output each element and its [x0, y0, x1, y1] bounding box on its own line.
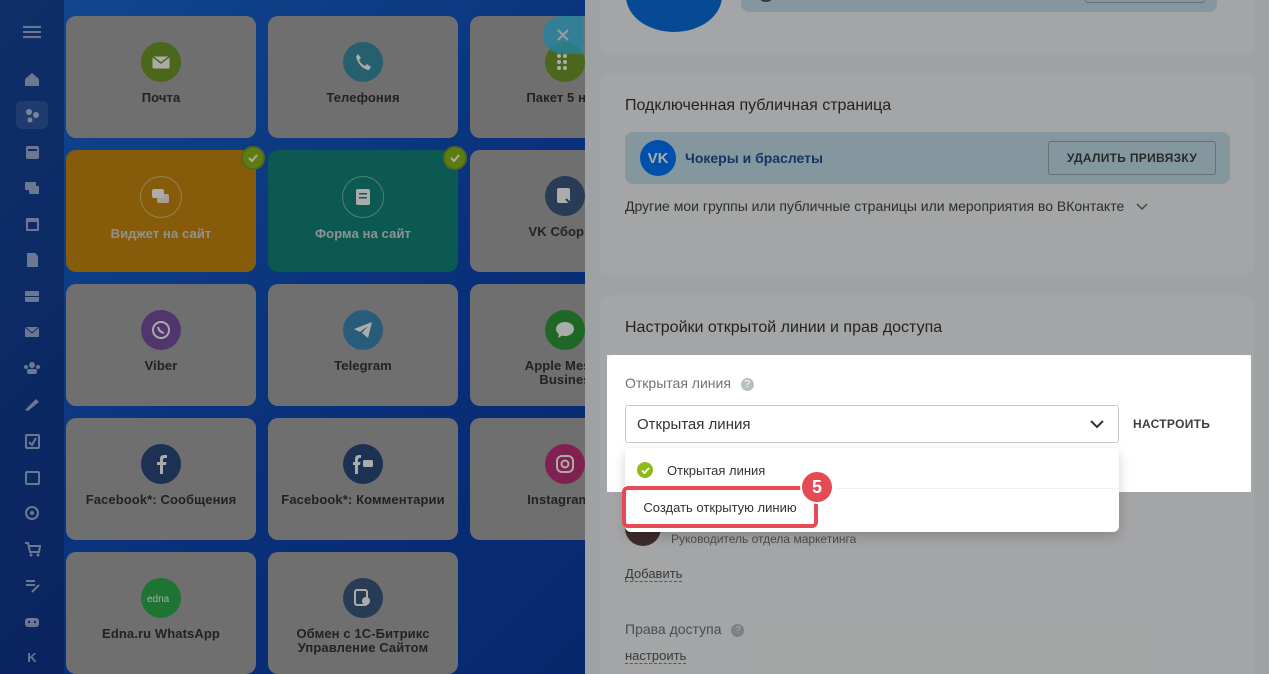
connector-tile[interactable]: Обмен с 1С-Битрикс Управление Сайтом: [268, 552, 458, 674]
menu-icon[interactable]: [16, 18, 48, 46]
connector-tile[interactable]: edna Edna.ru WhatsApp: [66, 552, 256, 674]
users-icon[interactable]: [16, 354, 48, 382]
facebook-comments-icon: [343, 444, 383, 484]
configure-button[interactable]: НАСТРОИТЬ: [1133, 417, 1210, 431]
contact-center-icon[interactable]: [16, 101, 48, 129]
mail-icon: [141, 42, 181, 82]
chat-icon[interactable]: [16, 174, 48, 202]
form-icon: [342, 176, 384, 218]
edna-icon: edna: [141, 578, 181, 618]
connector-tile[interactable]: Facebook*: Комментарии: [268, 418, 458, 540]
apple-messages-icon: [545, 310, 585, 350]
connector-tile[interactable]: Виджет на сайт: [66, 150, 256, 272]
settings-title: Настройки открытой линии и прав доступа: [625, 319, 943, 336]
connector-tile-label: Facebook*: Комментарии: [281, 492, 445, 507]
add-link[interactable]: Добавить: [625, 566, 683, 582]
chevron-down-icon: [1090, 420, 1104, 429]
connector-tile-label: Edna.ru WhatsApp: [102, 626, 220, 641]
header-button[interactable]: [1085, 0, 1205, 3]
open-line-label: Открытая линия ?: [625, 375, 754, 391]
target-icon[interactable]: [16, 499, 48, 527]
close-slider-button[interactable]: [543, 16, 583, 54]
tasks-icon[interactable]: [16, 427, 48, 455]
vk-form-icon: [545, 176, 585, 216]
open-line-select[interactable]: Открытая линия: [625, 405, 1119, 443]
sign-icon[interactable]: [16, 391, 48, 419]
chat-widget-icon: [140, 176, 182, 218]
left-nav: K: [0, 0, 64, 674]
option-create-open-line[interactable]: Создать открытую линию: [622, 486, 818, 528]
top-card: [600, 0, 1254, 55]
connected-check-icon: [443, 146, 467, 170]
connected-page-title: Подключенная публичная страница: [625, 97, 892, 114]
open-line-label-text: Открытая линия: [625, 375, 731, 391]
help-icon[interactable]: ?: [740, 378, 754, 391]
manager-role: Руководитель отдела маркетинга: [671, 532, 857, 546]
connector-tile-label: Форма на сайт: [314, 226, 412, 241]
bitrix-exchange-icon: [343, 578, 383, 618]
chevron-down-icon: [1136, 203, 1148, 211]
connector-tile[interactable]: Телефония: [268, 16, 458, 138]
other-groups-link[interactable]: Другие мои группы или публичные страницы…: [625, 198, 1148, 214]
connector-tile[interactable]: Форма на сайт: [268, 150, 458, 272]
connector-tile-label: Telegram: [334, 358, 392, 373]
connector-tile[interactable]: Почта: [66, 16, 256, 138]
connector-tile-label: Виджет на сайт: [110, 226, 212, 241]
connector-tile[interactable]: Viber: [66, 284, 256, 406]
telegram-icon: [343, 310, 383, 350]
viber-icon: [141, 310, 181, 350]
help-icon[interactable]: ?: [731, 624, 745, 637]
other-groups-label: Другие мои группы или публичные страницы…: [625, 198, 1125, 214]
profile-bar: [741, 0, 1217, 12]
feed-icon[interactable]: [16, 138, 48, 166]
phone-icon: [343, 42, 383, 82]
calendar-icon[interactable]: [16, 210, 48, 238]
connector-tile-label: Обмен с 1С-Битрикс Управление Сайтом: [296, 626, 430, 655]
connector-tile[interactable]: Facebook*: Сообщения: [66, 418, 256, 540]
facebook-icon: [141, 444, 181, 484]
vk-logo-icon: VK: [640, 140, 676, 176]
docs-icon[interactable]: [16, 246, 48, 274]
access-label: Права доступа ?: [625, 621, 745, 637]
svg-text:edna: edna: [147, 594, 170, 605]
vk-group-name[interactable]: Чокеры и браслеты: [685, 150, 823, 166]
unlink-button[interactable]: УДАЛИТЬ ПРИВЯЗКУ: [1048, 141, 1216, 175]
android-icon[interactable]: [16, 607, 48, 635]
edit-list-icon[interactable]: [16, 571, 48, 599]
home-icon[interactable]: [16, 65, 48, 93]
access-config-link[interactable]: настроить: [625, 648, 687, 664]
instagram-icon: [545, 444, 585, 484]
connector-tile-label: Телефония: [326, 90, 400, 105]
user-icon: [757, 0, 775, 2]
avatar: [626, 0, 722, 32]
access-label-text: Права доступа: [625, 621, 722, 637]
connector-tile-label: Facebook*: Сообщения: [85, 492, 237, 507]
select-value: Открытая линия: [637, 416, 751, 433]
connector-tile-label: Почта: [141, 90, 181, 105]
connector-tile-label: Viber: [144, 358, 178, 373]
close-icon: [557, 29, 569, 41]
selected-check-icon: [637, 462, 653, 478]
collapse-icon[interactable]: K: [16, 643, 48, 671]
mail-nav-icon[interactable]: [16, 318, 48, 346]
connected-check-icon: [241, 146, 265, 170]
connector-tile[interactable]: Telegram: [268, 284, 458, 406]
drive-icon[interactable]: [16, 282, 48, 310]
step-badge: 5: [800, 470, 834, 504]
option-open-line[interactable]: Открытая линия: [667, 463, 765, 478]
booking-icon[interactable]: [16, 463, 48, 491]
cart-icon[interactable]: [16, 535, 48, 563]
